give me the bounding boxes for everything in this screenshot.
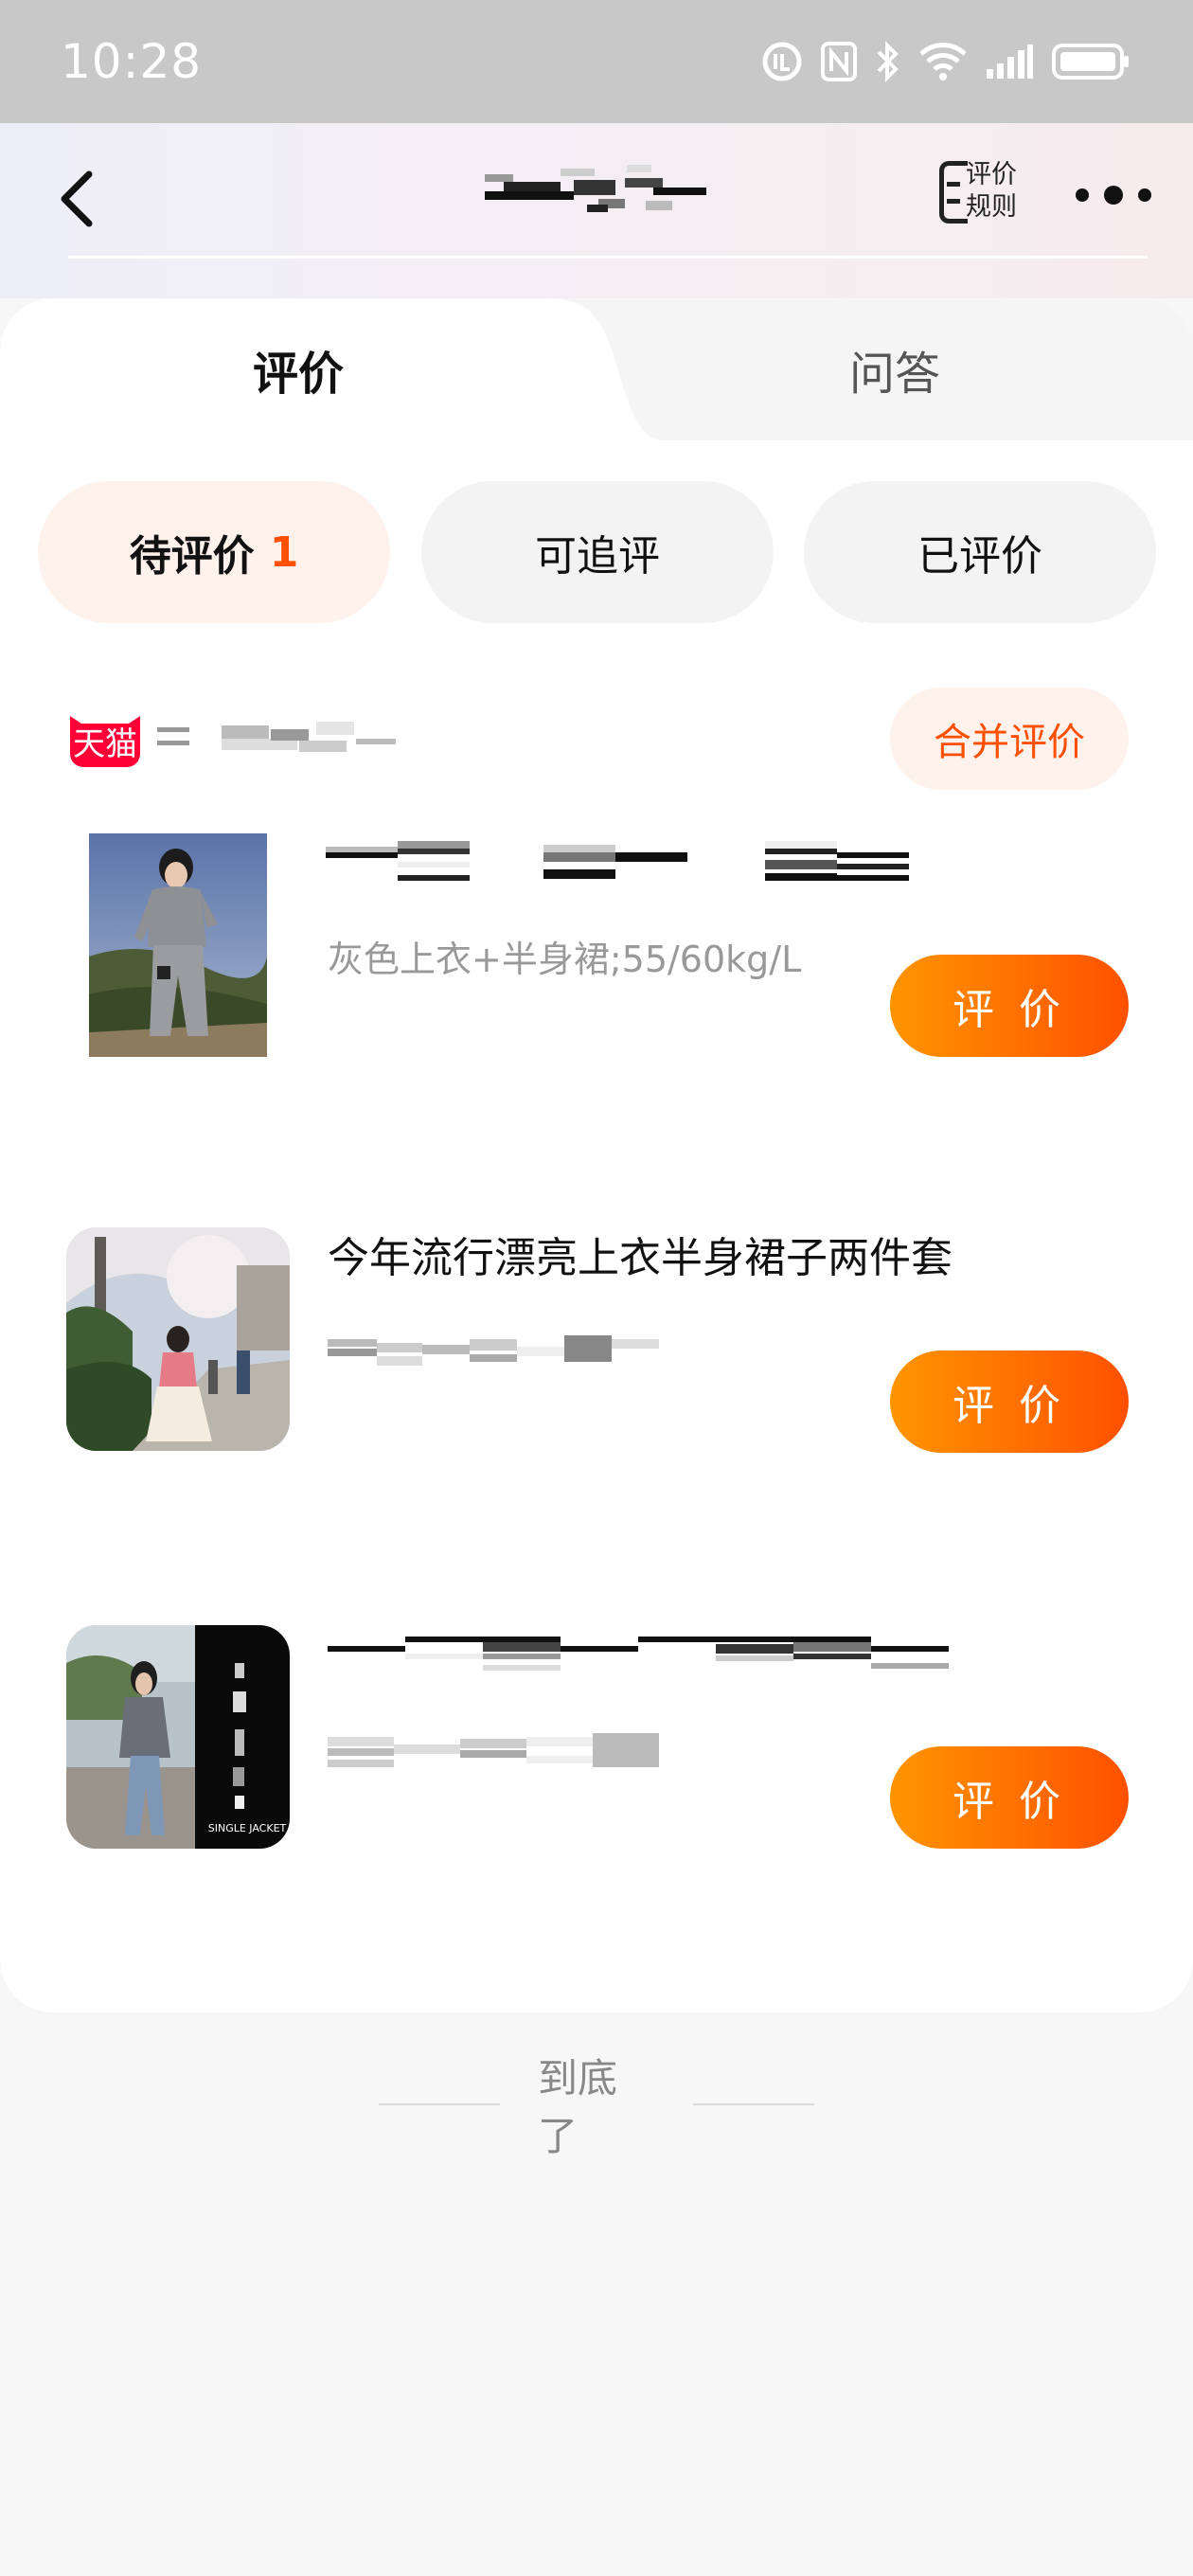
data-saver-icon <box>761 41 803 82</box>
review-button[interactable]: 评 价 <box>890 955 1129 1057</box>
tab-qa[interactable]: 问答 <box>596 317 1193 421</box>
more-options-button[interactable] <box>1076 176 1151 214</box>
end-of-list-text: 到底了 <box>537 2055 617 2159</box>
navigation-header: 评价 规则 <box>0 123 1193 298</box>
review-button[interactable]: 评 价 <box>890 1746 1129 1849</box>
page-title-redacted <box>485 161 708 222</box>
signal-icon <box>985 41 1034 82</box>
review-rules-button[interactable]: 评价 规则 <box>935 157 1017 229</box>
chevron-left-icon <box>61 170 93 227</box>
review-button[interactable]: 评 价 <box>890 1351 1129 1453</box>
thumbnail-caption: SINGLE JACKET <box>207 1822 287 1834</box>
shop-name-redacted[interactable] <box>157 722 413 756</box>
filter-reviewed[interactable]: 已评价 <box>804 481 1156 623</box>
tab-review[interactable]: 评价 <box>0 317 596 421</box>
header-divider <box>68 256 1148 259</box>
product-thumbnail[interactable]: SINGLE JACKET <box>66 1625 290 1849</box>
battery-icon <box>1051 41 1131 82</box>
pending-count-badge: 1 <box>269 528 299 577</box>
status-time: 10:28 <box>61 34 203 89</box>
status-icons <box>761 41 1131 82</box>
divider-line <box>693 2103 814 2105</box>
more-dots-icon <box>1076 188 1089 202</box>
wifi-icon <box>918 41 968 82</box>
document-icon <box>939 161 968 224</box>
product-spec: 灰色上衣+半身裙;55/60kg/L <box>328 939 802 980</box>
product-spec-redacted <box>328 1731 710 1769</box>
end-of-list-marker: 到底了 <box>379 2055 814 2159</box>
status-bar: 10:28 <box>0 0 1193 123</box>
filter-follow-up-review[interactable]: 可追评 <box>421 481 774 623</box>
product-title[interactable]: 今年流行漂亮上衣半身裙子两件套 <box>328 1224 953 1284</box>
product-title-redacted[interactable] <box>328 1629 953 1673</box>
tmall-logo[interactable]: 天猫 <box>66 708 144 769</box>
product-thumbnail[interactable] <box>66 1227 290 1451</box>
nfc-icon <box>820 41 858 82</box>
filter-pending-review[interactable]: 待评价 1 <box>38 481 390 623</box>
merge-review-button[interactable]: 合并评价 <box>890 688 1129 790</box>
product-thumbnail[interactable] <box>89 833 267 1057</box>
product-spec-redacted <box>328 1335 710 1369</box>
product-title-redacted[interactable] <box>326 841 913 883</box>
review-rules-label: 评价 规则 <box>966 160 1017 222</box>
filter-pending-review-label: 待评价 <box>129 532 255 581</box>
divider-line <box>379 2103 500 2105</box>
back-button[interactable] <box>49 163 102 235</box>
bluetooth-icon <box>875 41 901 82</box>
